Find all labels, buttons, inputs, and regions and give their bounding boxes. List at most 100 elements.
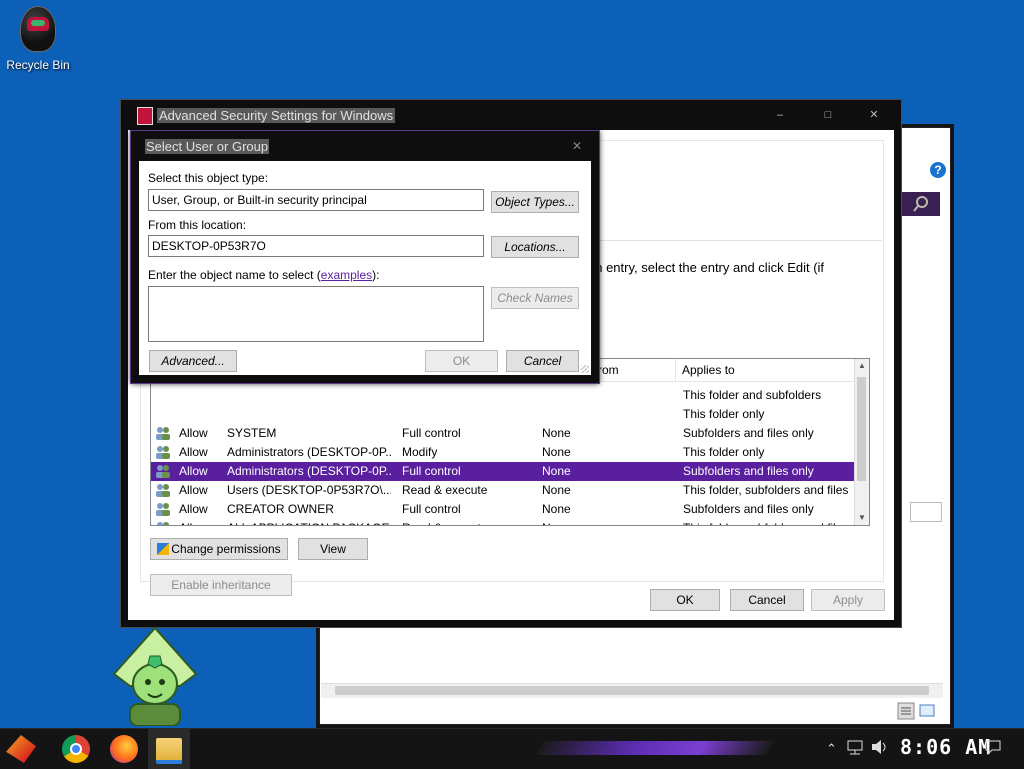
- cell-applies-to: This folder only: [683, 407, 765, 421]
- permission-entries-list[interactable]: rom Applies to This folder and subfolder…: [150, 358, 870, 526]
- dialog-cancel-button[interactable]: Cancel: [506, 350, 579, 372]
- cell-inherited: None: [542, 502, 571, 516]
- cell-applies-to: Subfolders and files only: [683, 464, 814, 478]
- close-button[interactable]: ✕: [857, 106, 891, 124]
- user-group-icon: [155, 483, 171, 497]
- cell-applies-to: This folder, subfolders and files: [683, 483, 849, 497]
- cell-access: Full control: [402, 502, 461, 516]
- cell-applies-to: This folder and subfolders: [683, 388, 822, 402]
- cell-access: Full control: [402, 464, 461, 478]
- scrollbar-thumb[interactable]: [857, 377, 866, 481]
- object-type-label: Select this object type:: [148, 171, 269, 185]
- minimize-button[interactable]: –: [763, 106, 797, 124]
- help-icon[interactable]: ?: [930, 162, 946, 178]
- resize-grip[interactable]: [581, 365, 589, 373]
- start-button[interactable]: [6, 735, 36, 763]
- table-row[interactable]: Allow Users (DESKTOP-0P53R7O\... Read & ex…: [151, 481, 855, 500]
- cell-access: Read & execute: [402, 519, 522, 525]
- recycle-bin-label: Recycle Bin: [6, 58, 70, 72]
- dialog-close-button[interactable]: ✕: [563, 137, 591, 155]
- object-type-field: User, Group, or Built-in security princi…: [148, 189, 484, 211]
- cell-principal: CREATOR OWNER: [227, 502, 334, 516]
- column-applies-to[interactable]: Applies to: [675, 359, 862, 381]
- tray-overflow-icon[interactable]: ⌃: [826, 741, 837, 757]
- apply-button[interactable]: Apply: [811, 589, 885, 611]
- cell-inherited: None: [542, 464, 571, 478]
- table-row[interactable]: This folder only: [151, 405, 855, 424]
- recycle-bin-icon: [20, 6, 56, 52]
- cell-access: Full control: [402, 426, 461, 440]
- enable-inheritance-button[interactable]: Enable inheritance: [150, 574, 292, 596]
- volume-icon[interactable]: [870, 739, 890, 758]
- window-app-icon: [137, 107, 153, 125]
- view-button[interactable]: View: [298, 538, 368, 560]
- location-field: DESKTOP-0P53R7O: [148, 235, 484, 257]
- select-user-group-dialog: Select User or Group ✕ Select this objec…: [131, 131, 599, 383]
- cell-type: Allow: [179, 426, 208, 440]
- cell-type: Allow: [179, 464, 208, 478]
- background-field[interactable]: [910, 502, 942, 522]
- user-group-icon: [155, 502, 171, 516]
- taskbar-decoration: [535, 741, 775, 755]
- object-name-input[interactable]: [148, 286, 484, 342]
- check-names-button[interactable]: Check Names: [491, 287, 579, 309]
- file-explorer-icon[interactable]: [156, 738, 182, 764]
- change-permissions-button[interactable]: Change permissions: [150, 538, 288, 560]
- cell-applies-to: Subfolders and files only: [683, 426, 814, 440]
- view-toggle-icons[interactable]: [896, 702, 940, 720]
- table-row[interactable]: AllowALL APPLICATION PACKAGES Read & exec…: [151, 519, 855, 525]
- dialog-title: Select User or Group: [145, 139, 270, 154]
- chrome-icon[interactable]: [62, 735, 90, 763]
- scrollbar-thumb[interactable]: [335, 686, 929, 695]
- cell-access: Read & execute: [402, 483, 488, 497]
- column-inherited[interactable]: rom: [591, 359, 674, 381]
- table-row[interactable]: Allow SYSTEM Full control None Subfolders an…: [151, 424, 855, 443]
- horizontal-scrollbar[interactable]: [321, 683, 943, 698]
- table-row[interactable]: Allow CREATOR OWNER Full control None Subfol…: [151, 500, 855, 519]
- user-group-icon: [155, 464, 171, 478]
- scroll-up-icon[interactable]: ▲: [855, 359, 869, 373]
- list-vertical-scrollbar[interactable]: ▲ ▼: [854, 359, 869, 525]
- notifications-icon[interactable]: [984, 739, 1002, 758]
- object-name-label: Enter the object name to select (example…: [148, 268, 380, 282]
- network-icon[interactable]: [846, 739, 864, 758]
- shield-icon: [157, 543, 170, 555]
- dialog-ok-button[interactable]: OK: [425, 350, 498, 372]
- maximize-button[interactable]: □: [811, 106, 845, 124]
- ok-button[interactable]: OK: [650, 589, 720, 611]
- cell-principal: ALL APPLICATION PACKAGES: [227, 519, 391, 525]
- cell-inherited: None: [542, 426, 571, 440]
- cell-inherited: None: [542, 483, 571, 497]
- window-titlebar[interactable]: Advanced Security Settings for Windows –…: [121, 100, 901, 130]
- cancel-button[interactable]: Cancel: [730, 589, 804, 611]
- desktop-character-image: [110, 626, 200, 727]
- cell-type: Allow: [179, 445, 208, 459]
- table-row[interactable]: This folder and subfolders: [151, 386, 855, 405]
- advanced-button[interactable]: Advanced...: [149, 350, 237, 372]
- table-row[interactable]: Allow Administrators (DESKTOP-0P... Modify…: [151, 443, 855, 462]
- firefox-icon[interactable]: [110, 735, 138, 763]
- clock[interactable]: 8:06 AM: [900, 735, 991, 759]
- cell-principal: Users (DESKTOP-0P53R7O\...: [227, 483, 391, 497]
- table-row[interactable]: Allow Administrators (DESKTOP-0P... Full c…: [151, 462, 855, 481]
- cell-applies-to: Subfolders and files only: [683, 502, 814, 516]
- cell-principal: Administrators (DESKTOP-0P...: [227, 464, 391, 478]
- examples-link[interactable]: examples: [321, 268, 372, 282]
- taskbar: ⌃ 8:06 AM: [0, 728, 1024, 769]
- dialog-client: Select this object type: User, Group, or…: [139, 161, 591, 375]
- scroll-down-icon[interactable]: ▼: [855, 511, 869, 525]
- cell-inherited: None: [542, 519, 662, 525]
- locations-button[interactable]: Locations...: [491, 236, 579, 258]
- object-types-button[interactable]: Object Types...: [491, 191, 579, 213]
- cell-principal: Administrators (DESKTOP-0P...: [227, 445, 391, 459]
- location-label: From this location:: [148, 218, 247, 232]
- search-button[interactable]: [900, 192, 940, 216]
- cell-type: Allow: [179, 502, 208, 516]
- cell-principal: SYSTEM: [227, 426, 277, 440]
- user-group-icon: [155, 426, 171, 440]
- cell-type: Allow: [179, 519, 227, 525]
- cell-access: Modify: [402, 445, 438, 459]
- recycle-bin-desktop-icon[interactable]: Recycle Bin: [6, 6, 70, 76]
- cell-type: Allow: [179, 483, 208, 497]
- cell-applies-to: This folder only: [683, 445, 765, 459]
